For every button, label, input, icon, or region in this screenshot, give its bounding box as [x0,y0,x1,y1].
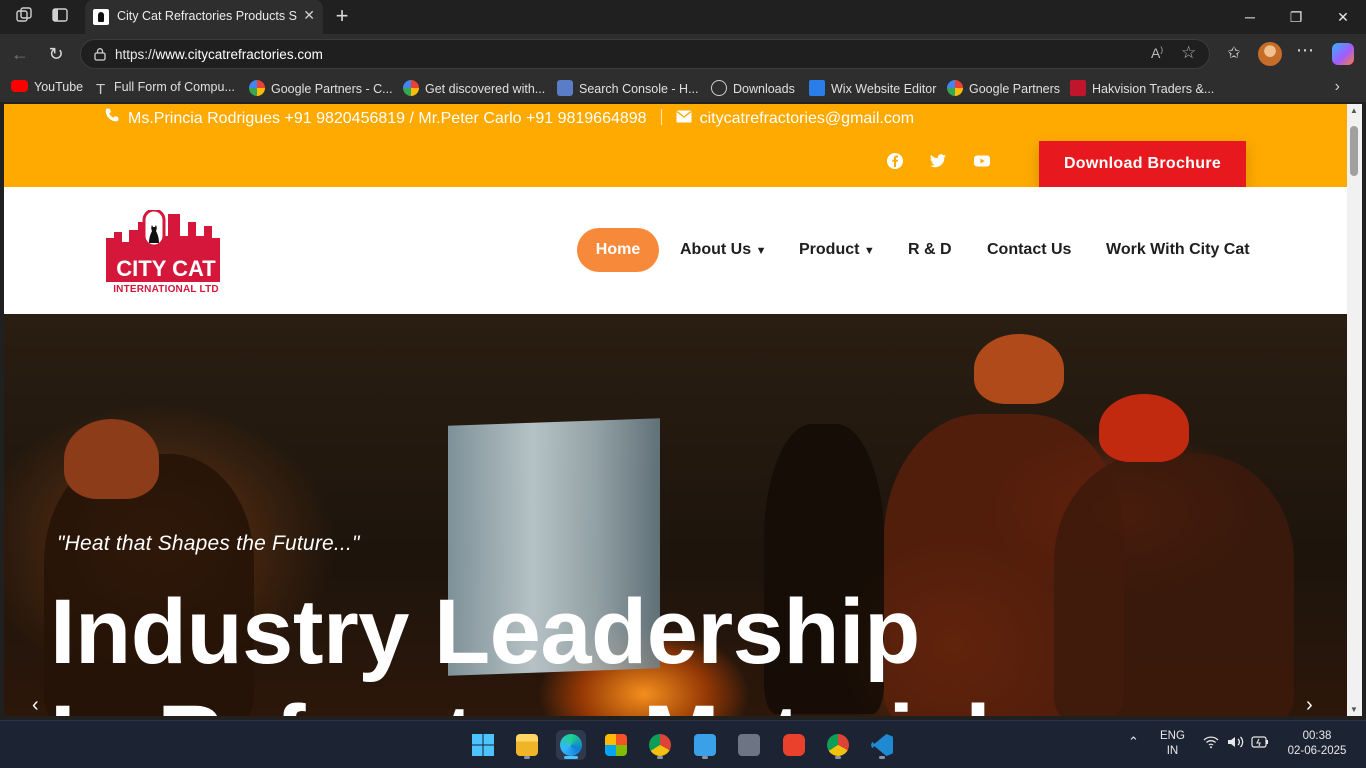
language-indicator[interactable]: ENG IN [1160,729,1185,759]
facebook-icon[interactable] [886,152,904,170]
new-tab-icon[interactable]: + [330,4,354,28]
google-icon [249,80,265,96]
text-t-icon: T [96,81,106,98]
browser-tab[interactable]: City Cat Refractories Products Supplier … [85,0,323,34]
bookmark-hakvision[interactable]: Hakvision Traders &... [1070,80,1214,98]
start-button[interactable] [468,730,498,760]
scroll-down-icon[interactable]: ▼ [1350,705,1358,714]
top-info-bar: Ms.Princia Rodrigues +91 9820456819 / Mr… [4,104,1347,187]
restore-icon[interactable]: ❐ [1285,6,1307,28]
nav-product[interactable]: Product ▼ [799,241,875,259]
more-options-icon[interactable]: ⋯ [1294,40,1316,61]
bookmark-downloads[interactable]: Downloads [711,80,795,98]
browser-titlebar: City Cat Refractories Products Supplier … [0,0,1366,34]
hero-helmet [64,419,159,499]
bookmark-search-console[interactable]: Search Console - H... [557,80,699,98]
nav-work-with-city-cat[interactable]: Work With City Cat [1106,241,1250,259]
hero-headline-next-line: In Refractory Materials [50,686,1042,716]
contact-phones: Ms.Princia Rodrigues +91 9820456819 / Mr… [128,110,647,127]
page-scrollbar[interactable]: ▲ ▼ [1347,104,1362,716]
profile-avatar[interactable] [1258,42,1282,66]
contact-email[interactable]: citycatrefractories@gmail.com [700,110,915,127]
google-icon [403,80,419,96]
mail-icon [676,110,692,128]
favorites-icon[interactable]: ✩ [1223,43,1245,63]
main-navbar: CITY CAT INTERNATIONAL LTD Home About Us… [4,187,1347,314]
twitter-icon[interactable] [929,152,947,170]
download-brochure-button[interactable]: Download Brochure [1039,141,1246,187]
chevron-up-icon[interactable]: ⌃ [1128,734,1139,749]
battery-icon[interactable] [1251,736,1269,753]
tab-title: City Cat Refractories Products Supplier [117,9,297,23]
address-toolbar: ← ↻ https://www.citycatrefractories.com … [0,34,1366,74]
edge-icon[interactable] [556,730,586,760]
vertical-tabs-icon[interactable] [49,6,71,28]
logo-wordmark: CITY CAT [116,256,216,281]
hero-worker-figure [1054,454,1294,716]
search-console-icon [557,80,573,96]
nav-about-us[interactable]: About Us ▼ [680,241,766,259]
chevron-down-icon: ▼ [863,245,875,257]
hero-slider: "Heat that Shapes the Future..." Industr… [4,314,1347,716]
logo-subtitle: INTERNATIONAL LTD [113,284,219,295]
scroll-up-icon[interactable]: ▲ [1350,106,1358,115]
workspaces-icon[interactable] [13,6,35,28]
copilot-icon[interactable] [1332,43,1354,65]
close-window-icon[interactable]: ✕ [1332,6,1354,28]
hero-tagline: "Heat that Shapes the Future..." [57,532,360,555]
divider [660,109,662,125]
nav-home[interactable]: Home [577,228,659,272]
nav-contact-us[interactable]: Contact Us [987,241,1071,259]
refresh-icon[interactable]: ↻ [45,43,67,65]
scroll-thumb[interactable] [1350,126,1358,176]
file-explorer-icon[interactable] [512,730,542,760]
back-icon[interactable]: ← [9,43,31,65]
bookmark-get-discovered[interactable]: Get discovered with... [403,80,545,98]
minimize-icon[interactable]: ─ [1239,6,1261,28]
youtube-icon [11,80,28,92]
store-icon[interactable] [601,730,631,760]
windows-taskbar: ⌃ ENG IN 00:38 02-06-2025 [0,720,1366,768]
phone-icon [104,107,120,128]
wps-office-icon[interactable] [779,730,809,760]
url-text: https://www.citycatrefractories.com [115,47,323,62]
wifi-icon[interactable] [1203,735,1219,754]
hero-helmet [974,334,1064,404]
bookmark-wix[interactable]: Wix Website Editor [809,80,936,98]
clock[interactable]: 00:38 02-06-2025 [1282,729,1352,759]
slider-next-icon[interactable]: › [1306,694,1313,716]
nav-rd[interactable]: R & D [908,241,952,259]
bookmark-full-form[interactable]: T Full Form of Compu... [96,80,235,98]
bookmarks-bar: YouTube T Full Form of Compu... Google Pa… [0,74,1366,102]
favorite-star-icon[interactable]: ☆ [1181,43,1196,63]
hakvision-icon [1070,80,1086,96]
chevron-right-icon[interactable]: › [1335,78,1340,96]
close-tab-icon[interactable]: ✕ [303,7,315,24]
site-favicon-icon [93,9,109,25]
google-icon [947,80,963,96]
slider-prev-icon[interactable]: ‹ [32,694,39,716]
calculator-icon[interactable] [734,730,764,760]
bookmark-google-partners[interactable]: Google Partners [947,80,1060,98]
notepad-icon[interactable] [690,730,720,760]
city-cat-logo[interactable]: CITY CAT INTERNATIONAL LTD [104,208,228,300]
contact-line: Ms.Princia Rodrigues +91 9820456819 / Mr… [104,107,914,128]
web-page: Ms.Princia Rodrigues +91 9820456819 / Mr… [4,104,1347,716]
bookmark-youtube[interactable]: YouTube [11,80,83,98]
volume-icon[interactable] [1227,735,1245,754]
chrome-icon[interactable] [645,730,675,760]
bookmark-google-partners-c[interactable]: Google Partners - C... [249,80,393,98]
hero-helmet [1099,394,1189,462]
chevron-down-icon: ▼ [755,245,767,257]
hero-headline: Industry Leadership [50,581,920,683]
vscode-icon[interactable] [867,730,897,760]
read-aloud-icon[interactable]: A) [1151,45,1163,61]
youtube-icon[interactable] [973,152,991,170]
address-bar[interactable]: https://www.citycatrefractories.com A) ☆ [80,39,1210,69]
chrome-profile-icon[interactable] [823,730,853,760]
wix-icon [809,80,825,96]
globe-icon [711,80,727,96]
lock-icon[interactable] [93,47,107,61]
